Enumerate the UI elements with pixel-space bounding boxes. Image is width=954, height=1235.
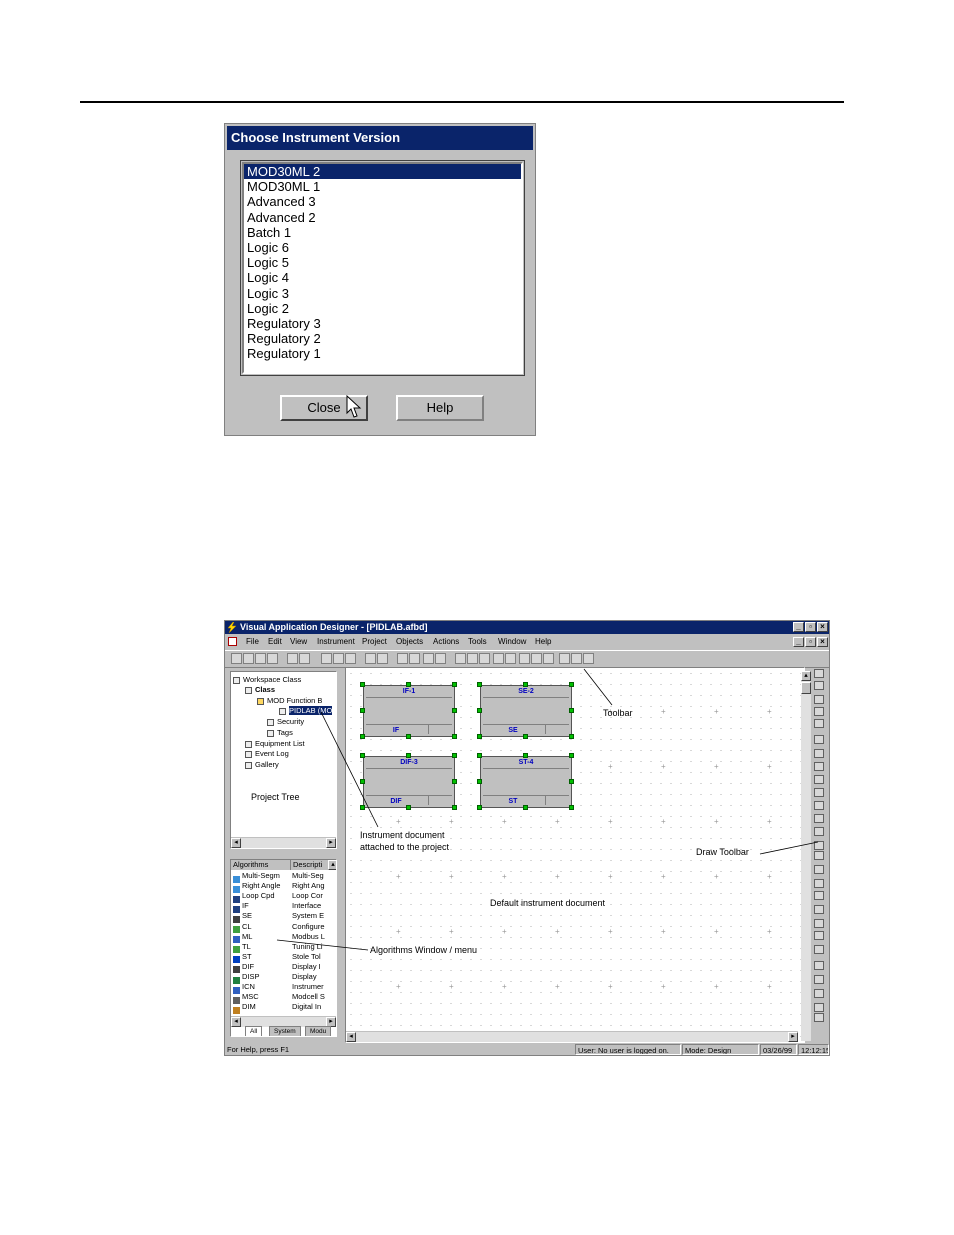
draw-toolbar-annotation: Draw Toolbar	[696, 847, 749, 857]
toolbar-annotation: Toolbar	[603, 708, 633, 718]
instrument-doc-annotation-line1: Instrument document	[360, 830, 445, 840]
default-doc-annotation: Default instrument document	[490, 898, 606, 908]
instrument-doc-annotation-line2: attached to the project	[360, 842, 450, 852]
algorithms-window-annotation: Algorithms Window / menu	[370, 945, 478, 955]
annotation-leader-lines	[276, 668, 819, 951]
